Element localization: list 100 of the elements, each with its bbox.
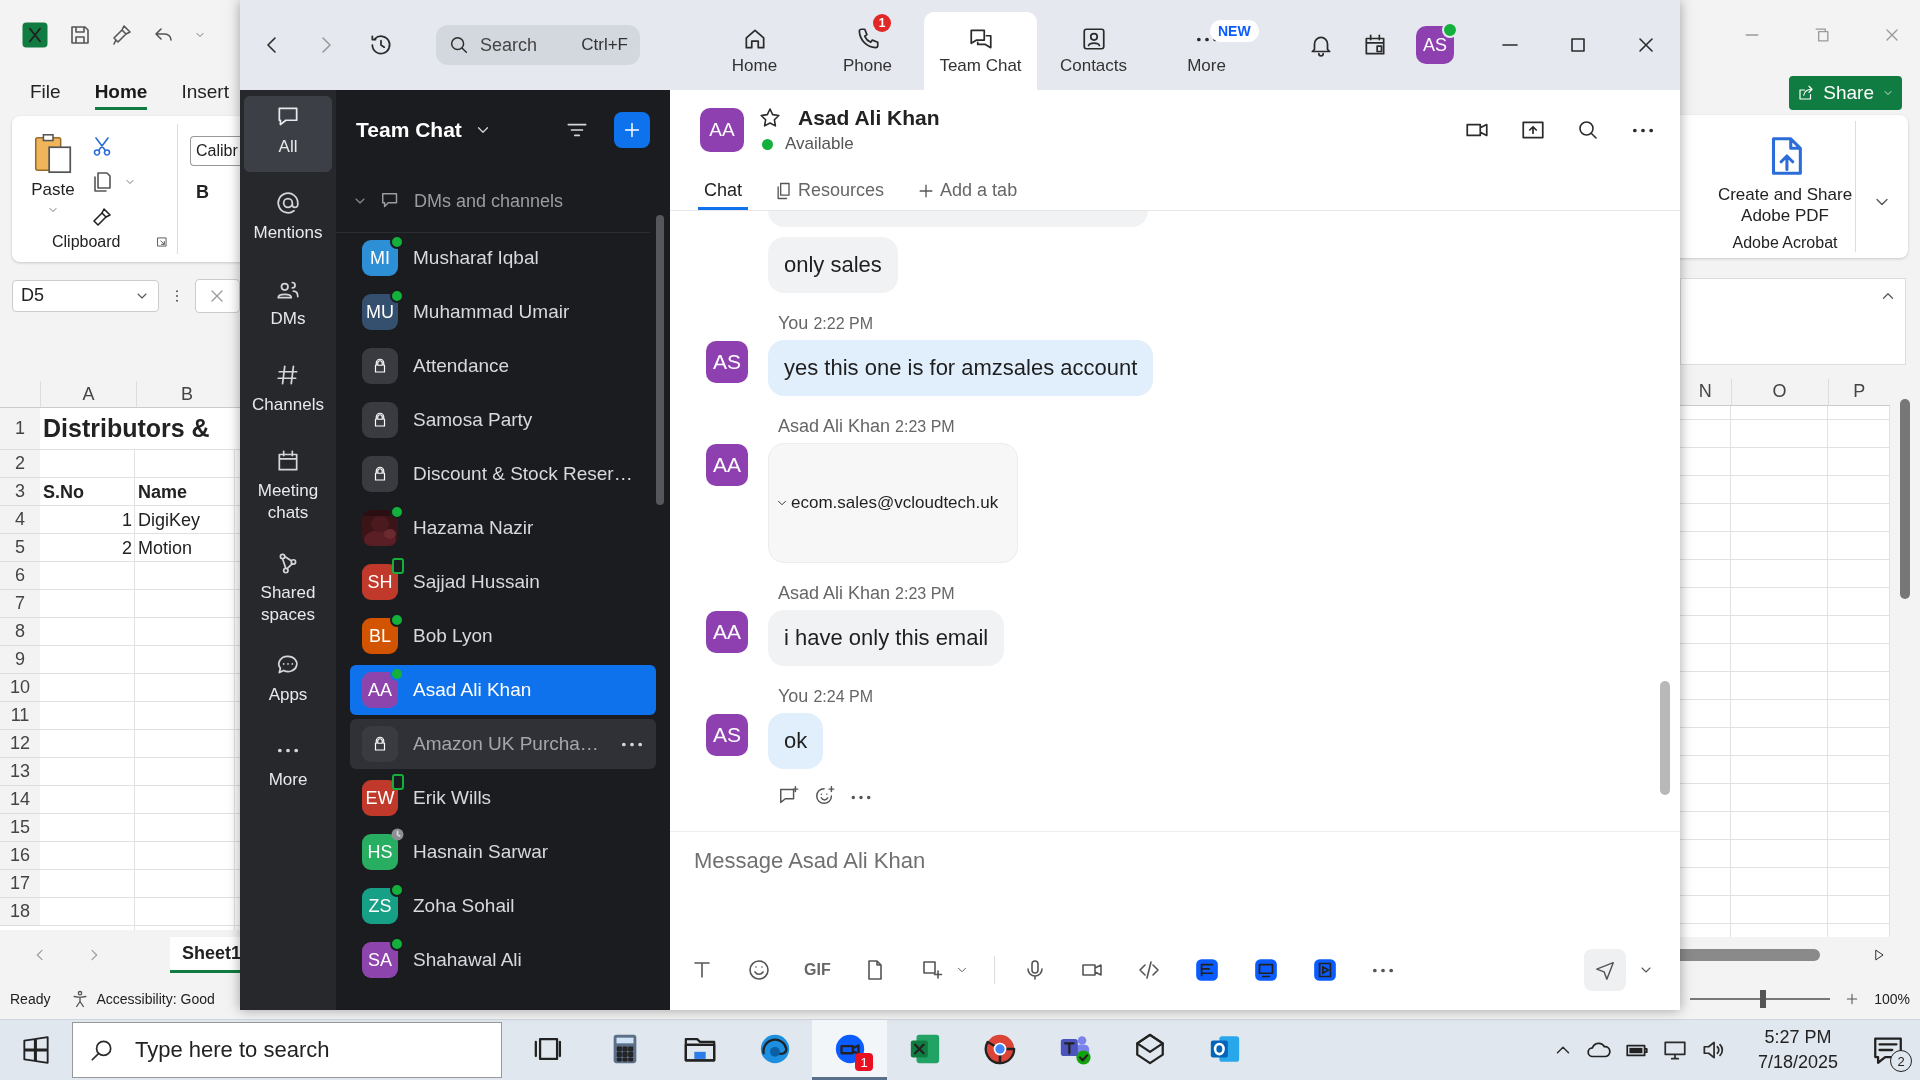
notification-badge: 1 <box>873 14 891 32</box>
sidebar-item[interactable]: Meeting chats <box>244 440 332 533</box>
sidebar-item[interactable]: Apps <box>244 644 332 721</box>
message-meta: Asad Ali Khan 2:23 PM <box>778 583 955 604</box>
column-header[interactable]: A <box>40 381 136 408</box>
ribbon-tab[interactable]: Insert <box>181 76 229 110</box>
chat-list-item[interactable]: Hazama Nazir <box>350 503 656 553</box>
name-box[interactable]: D5 <box>12 279 159 312</box>
row-number: 17 <box>0 870 40 899</box>
email-card[interactable]: ecom.sales@vcloudtech.uk <box>768 443 1018 563</box>
row-number: 16 <box>0 842 40 871</box>
search-bar[interactable]: Type here to search <box>72 1022 502 1078</box>
nav-tab[interactable]: Home <box>698 12 811 90</box>
row-number: 6 <box>0 562 40 591</box>
row-number: 18 <box>0 898 40 927</box>
row-number: 12 <box>0 730 40 759</box>
new-badge: NEW <box>1210 20 1259 42</box>
accessibility-status[interactable]: Accessibility: Good <box>96 991 215 1008</box>
tab[interactable]: Resources <box>768 174 891 210</box>
table-cell: 1 <box>122 509 132 531</box>
chat-list-item[interactable]: Samosa Party <box>350 395 656 445</box>
table-cell: Distributors & <box>40 408 240 451</box>
table-cell: S.No <box>43 481 84 503</box>
sheet-tab[interactable]: Sheet1 <box>170 937 240 974</box>
table-cell: DigiKey <box>138 509 201 531</box>
message-bubble: only sales <box>768 237 898 293</box>
notification-count: 2 <box>1890 1050 1912 1072</box>
sidebar-item[interactable]: Mentions <box>244 182 332 258</box>
clock[interactable]: 5:27 PM 7/18/2025 <box>1757 1027 1838 1073</box>
column-header[interactable]: N <box>1680 378 1731 405</box>
message-meta: Asad Ali Khan 2:23 PM <box>778 416 955 437</box>
zoom-level[interactable]: 100% <box>1874 991 1910 1008</box>
chat-list-item[interactable]: ZS Zoha Sohail <box>350 881 656 931</box>
sidebar-item[interactable]: All <box>244 96 332 172</box>
status-text: Available <box>785 134 854 154</box>
taskbar-app[interactable]: 1 <box>812 1020 887 1080</box>
message-meta: You 2:24 PM <box>778 686 873 707</box>
nav-tab[interactable]: Contacts <box>1037 12 1150 90</box>
nav-tab[interactable]: 1 Phone <box>811 12 924 90</box>
row-number: 9 <box>0 646 40 675</box>
message-bubble: ok <box>768 713 824 769</box>
avatar: AA <box>706 611 748 653</box>
chat-list-item[interactable]: MI Musharaf Iqbal <box>350 233 656 283</box>
chat-list-item[interactable]: Attendance <box>350 341 656 391</box>
sidebar-item[interactable]: Channels <box>244 354 332 430</box>
avatar: AA <box>362 672 398 708</box>
user-avatar[interactable]: AS <box>1416 26 1454 64</box>
avatar: AS <box>706 714 748 756</box>
create-pdf-button[interactable]: Create and Share Adobe PDF <box>1715 185 1855 227</box>
avatar: EW <box>362 780 398 816</box>
chat-list-item[interactable]: AA Asad Ali Khan <box>350 665 656 715</box>
chat-list-item[interactable]: MU Muhammad Umair <box>350 287 656 337</box>
sidebar-item[interactable]: DMs <box>244 268 332 344</box>
avatar: ZS <box>362 888 398 924</box>
chat-list-item[interactable]: Discount & Stock Reser… <box>350 449 656 499</box>
column-header[interactable]: B <box>136 381 237 408</box>
row-number: 14 <box>0 786 40 815</box>
avatar: BL <box>362 618 398 654</box>
tab[interactable]: Add a tab <box>910 174 1024 210</box>
gif-button[interactable]: GIF <box>804 961 830 979</box>
row-number: 7 <box>0 590 40 619</box>
group-label: Adobe Acrobat <box>1732 234 1838 253</box>
nav-tab[interactable]: Team Chat <box>924 12 1037 90</box>
row-number: 3 <box>0 478 40 507</box>
avatar: AS <box>706 341 748 383</box>
paste-label[interactable]: Paste <box>31 179 75 200</box>
avatar: SH <box>362 564 398 600</box>
sidebar-item[interactable]: More <box>244 730 332 807</box>
avatar: AA <box>706 444 748 486</box>
row-number: 13 <box>0 758 40 787</box>
row-number: 15 <box>0 814 40 843</box>
chat-list-item[interactable]: SA Shahawal Ali <box>350 935 656 985</box>
search-bar[interactable]: Search Ctrl+F <box>436 25 640 65</box>
row-number: 5 <box>0 534 40 563</box>
section-header[interactable]: DMs and channels <box>336 170 650 233</box>
share-button[interactable]: Share <box>1789 75 1902 110</box>
avatar[interactable]: AA <box>700 108 744 152</box>
ribbon-tab[interactable]: Home <box>94 76 148 110</box>
chat-list-item[interactable]: EW Erik Wills <box>350 773 656 823</box>
row-number: 8 <box>0 618 40 647</box>
table-cell: 2 <box>122 537 132 559</box>
chat-list-item[interactable]: SH Sajjad Hussain <box>350 557 656 607</box>
nav-tab[interactable]: NEW More <box>1150 12 1263 90</box>
chat-list-item[interactable]: Amazon UK Purcha… <box>350 719 656 769</box>
row-number: 4 <box>0 506 40 535</box>
sidebar-item[interactable]: Shared spaces <box>244 542 332 635</box>
notification-badge: 1 <box>855 1053 873 1071</box>
column-header[interactable]: O <box>1730 378 1828 405</box>
table-cell: Motion <box>138 537 193 559</box>
message-bubble: yes this one is for amzsales account <box>768 340 1154 396</box>
ribbon-tab[interactable]: File <box>30 76 61 110</box>
column-header[interactable]: P <box>1827 378 1890 405</box>
search-input[interactable]: Search <box>478 33 572 57</box>
avatar: MI <box>362 240 398 276</box>
tab[interactable]: Chat <box>698 174 749 210</box>
bold-button[interactable]: B <box>190 181 210 203</box>
chat-list-item[interactable]: HS Hasnain Sarwar <box>350 827 656 877</box>
contact-name: Asad Ali Khan <box>798 106 940 130</box>
panel-title[interactable]: Team Chat <box>356 118 462 142</box>
chat-list-item[interactable]: BL Bob Lyon <box>350 611 656 661</box>
